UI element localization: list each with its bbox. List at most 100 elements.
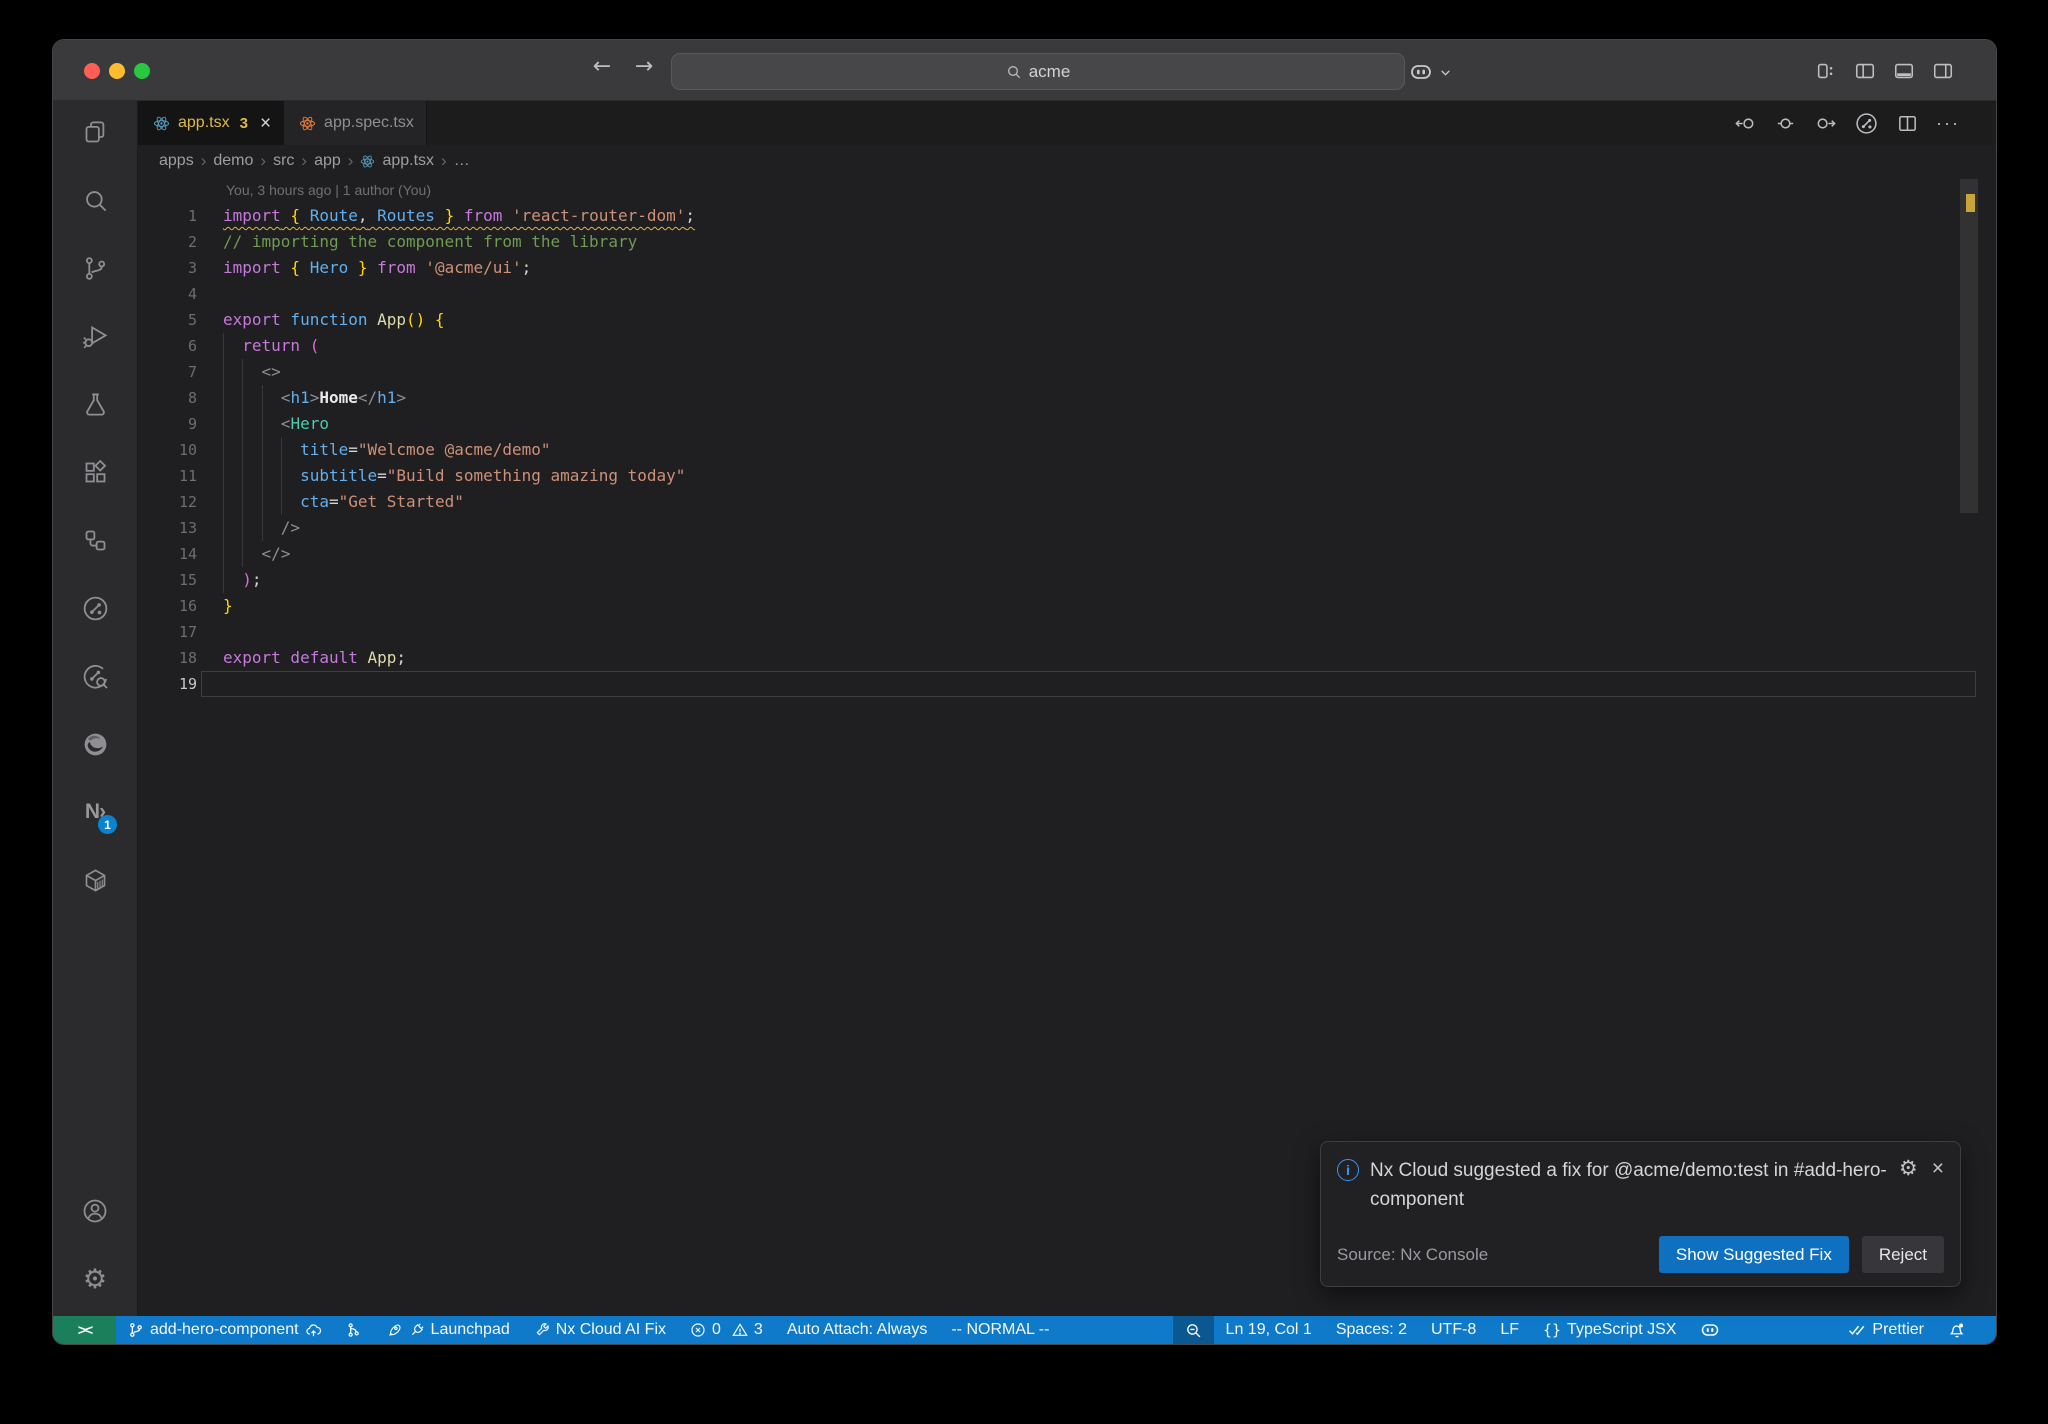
close-window-button[interactable] xyxy=(84,63,100,79)
tab-app-tsx[interactable]: app.tsx 3 × xyxy=(138,101,285,145)
line-number[interactable]: 7 xyxy=(138,359,197,385)
vim-mode-status-item[interactable]: -- NORMAL -- xyxy=(939,1316,1061,1344)
encoding-status-item[interactable]: UTF-8 xyxy=(1419,1316,1488,1344)
tab-app-spec-tsx[interactable]: app.spec.tsx xyxy=(284,101,427,145)
line-number[interactable]: 18 xyxy=(138,645,197,671)
line-number[interactable]: 9 xyxy=(138,411,197,437)
graph-nodes-icon[interactable] xyxy=(72,517,118,563)
problems-status-item[interactable]: 0 3 xyxy=(678,1316,775,1344)
command-center[interactable]: acme xyxy=(671,53,1405,90)
line-number[interactable]: 17 xyxy=(138,619,197,645)
copilot-menu-button[interactable] xyxy=(1409,60,1452,84)
breadcrumb-item[interactable]: apps xyxy=(159,152,194,170)
line-number[interactable]: 14 xyxy=(138,541,197,567)
code-line[interactable]: 13 /> xyxy=(138,515,1996,541)
breadcrumb-symbol[interactable]: … xyxy=(454,152,470,170)
code-line[interactable]: 17 xyxy=(138,619,1996,645)
line-number[interactable]: 10 xyxy=(138,437,197,463)
close-tab-icon[interactable]: × xyxy=(260,114,271,133)
language-mode-status-item[interactable]: {} TypeScript JSX xyxy=(1531,1316,1688,1344)
breadcrumb-file[interactable]: app.tsx xyxy=(382,152,434,170)
commit-graph-icon[interactable] xyxy=(72,585,118,631)
code-line[interactable]: 11 subtitle="Build something amazing tod… xyxy=(138,463,1996,489)
toggle-panel-icon[interactable] xyxy=(1893,60,1915,82)
eol-status-item[interactable]: LF xyxy=(1488,1316,1531,1344)
toggle-primary-sidebar-icon[interactable] xyxy=(1854,60,1876,82)
code-line[interactable]: 19 xyxy=(138,671,1996,697)
edge-browser-icon[interactable] xyxy=(72,721,118,767)
testing-icon[interactable] xyxy=(72,381,118,427)
line-number[interactable]: 3 xyxy=(138,255,197,281)
more-actions-icon[interactable]: ··· xyxy=(1936,113,1960,134)
explorer-icon[interactable] xyxy=(72,109,118,155)
line-number[interactable]: 12 xyxy=(138,489,197,515)
nx-cloud-fix-status-item[interactable]: Nx Cloud AI Fix xyxy=(522,1316,678,1344)
branch-status-item[interactable]: add-hero-component xyxy=(116,1316,334,1344)
code-line[interactable]: 10 title="Welcmoe @acme/demo" xyxy=(138,437,1996,463)
auto-attach-status-item[interactable]: Auto Attach: Always xyxy=(775,1316,940,1344)
code-line[interactable]: 1 import { Route, Routes } from 'react-ro… xyxy=(138,203,1996,229)
minimize-window-button[interactable] xyxy=(109,63,125,79)
line-number[interactable]: 1 xyxy=(138,203,197,229)
line-number[interactable]: 8 xyxy=(138,385,197,411)
line-number[interactable]: 13 xyxy=(138,515,197,541)
code-line[interactable]: 8 <h1>Home</h1> xyxy=(138,385,1996,411)
split-editor-icon[interactable] xyxy=(1896,112,1919,135)
extensions-icon[interactable] xyxy=(72,449,118,495)
copilot-status-item[interactable] xyxy=(1688,1316,1732,1344)
code-line[interactable]: 6 return ( xyxy=(138,333,1996,359)
navigate-back-icon[interactable]: ← xyxy=(589,54,615,79)
navigate-forward-icon[interactable]: → xyxy=(631,54,657,79)
code-line[interactable]: 7 <> xyxy=(138,359,1996,385)
code-line[interactable]: 3 import { Hero } from '@acme/ui'; xyxy=(138,255,1996,281)
current-change-icon[interactable] xyxy=(1774,112,1797,135)
code-line[interactable]: 15 ); xyxy=(138,567,1996,593)
zoom-window-button[interactable] xyxy=(134,63,150,79)
code-line[interactable]: 18 export default App; xyxy=(138,645,1996,671)
run-commit-graph-icon[interactable] xyxy=(1854,111,1879,136)
code-line[interactable]: 2 // importing the component from the lib… xyxy=(138,229,1996,255)
close-icon[interactable]: × xyxy=(1932,1158,1944,1179)
breadcrumb-item[interactable]: demo xyxy=(213,152,253,170)
line-number[interactable]: 19 xyxy=(138,671,197,697)
line-number[interactable]: 6 xyxy=(138,333,197,359)
accounts-icon[interactable] xyxy=(72,1188,118,1234)
code-line[interactable]: 16} xyxy=(138,593,1996,619)
zoom-indicator[interactable] xyxy=(1172,1316,1214,1344)
line-number[interactable]: 4 xyxy=(138,281,197,307)
breadcrumb-item[interactable]: app xyxy=(314,152,341,170)
code-line[interactable]: 14 </> xyxy=(138,541,1996,567)
line-number[interactable]: 2 xyxy=(138,229,197,255)
previous-change-icon[interactable] xyxy=(1734,112,1757,135)
next-change-icon[interactable] xyxy=(1814,112,1837,135)
search-icon[interactable] xyxy=(72,177,118,223)
line-number[interactable]: 5 xyxy=(138,307,197,333)
cursor-position-status-item[interactable]: Ln 19, Col 1 xyxy=(1214,1316,1324,1344)
launchpad-status-item[interactable]: Launchpad xyxy=(374,1316,522,1344)
nx-console-icon[interactable]: N› 1 xyxy=(72,789,118,835)
commit-graph-search-icon[interactable] xyxy=(72,653,118,699)
reject-button[interactable]: Reject xyxy=(1861,1236,1944,1273)
line-number[interactable]: 15 xyxy=(138,567,197,593)
notifications-status-item[interactable] xyxy=(1936,1316,1978,1344)
formatter-status-item[interactable]: Prettier xyxy=(1836,1316,1936,1344)
code-line[interactable]: 9 <Hero xyxy=(138,411,1996,437)
customize-layout-icon[interactable] xyxy=(1815,60,1837,82)
notification-settings-icon[interactable]: ⚙ xyxy=(1899,1156,1918,1180)
code-line[interactable]: 5 export function App() { xyxy=(138,307,1996,333)
breadcrumb-item[interactable]: src xyxy=(273,152,294,170)
scrollbar-thumb[interactable] xyxy=(1960,179,1978,513)
commit-graph-status-item[interactable] xyxy=(334,1316,374,1344)
settings-gear-icon[interactable]: ⚙ xyxy=(72,1256,118,1302)
line-number[interactable]: 16 xyxy=(138,593,197,619)
run-debug-icon[interactable] xyxy=(72,313,118,359)
indentation-status-item[interactable]: Spaces: 2 xyxy=(1324,1316,1419,1344)
code-line[interactable]: 12 cta="Get Started" xyxy=(138,489,1996,515)
code-line[interactable]: 4 xyxy=(138,281,1996,307)
remote-indicator[interactable]: >< xyxy=(53,1316,116,1344)
line-number[interactable]: 11 xyxy=(138,463,197,489)
show-suggested-fix-button[interactable]: Show Suggested Fix xyxy=(1658,1236,1849,1273)
source-control-icon[interactable] xyxy=(72,245,118,291)
toggle-secondary-sidebar-icon[interactable] xyxy=(1932,60,1954,82)
package-icon[interactable] xyxy=(72,857,118,903)
